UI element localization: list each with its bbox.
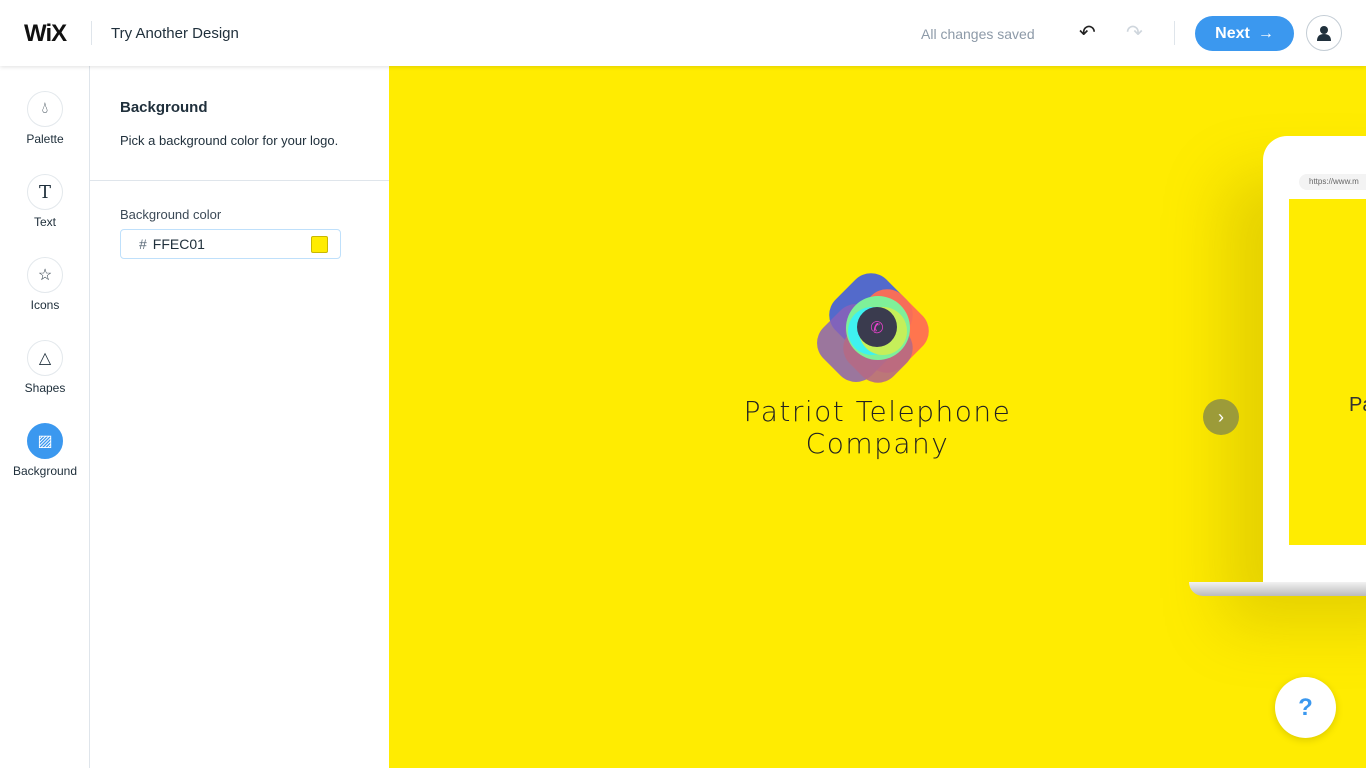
panel-heading: Background [120,99,208,116]
rail-label: Text [33,215,56,229]
hash-prefix: # [139,236,147,252]
divider [1174,21,1175,45]
shapes-icon: △ [27,340,63,376]
rail-item-background[interactable]: ▨ Background [0,423,90,478]
arrow-right-icon: → [1257,24,1274,42]
color-swatch[interactable] [311,236,328,253]
preview-url: https://www.m [1299,174,1366,190]
color-value: FFEC01 [152,236,205,252]
preview-text: Pa [1349,394,1366,416]
svg-text:✆: ✆ [870,320,883,337]
rail-item-shapes[interactable]: △ Shapes [0,340,90,395]
top-bar: WiX Try Another Design All changes saved… [0,0,1366,66]
undo-icon[interactable]: ↶ [1079,20,1096,45]
page-title: Try Another Design [111,25,239,42]
background-panel: Background Pick a background color for y… [90,66,389,768]
divider [90,180,389,181]
rail-item-icons[interactable]: ☆ Icons [0,257,90,312]
wix-logo[interactable]: WiX [24,20,67,48]
save-status: All changes saved [921,26,1035,42]
logo-canvas: ✆ Patriot Telephone Company https://www.m… [389,66,1366,768]
background-icon: ▨ [27,423,63,459]
rail-label: Palette [26,132,64,146]
logo-mark: ✆ [817,273,929,383]
next-preview-button[interactable]: › [1203,399,1239,435]
user-icon [1317,26,1331,41]
tool-rail: 💧︎ Palette T Text ☆ Icons △ Shapes ▨ Backgrou… [0,66,90,768]
divider [91,21,92,45]
drop-icon: 💧︎ [27,91,63,127]
next-button[interactable]: Next → [1195,16,1294,51]
rail-item-text[interactable]: T Text [0,174,90,229]
redo-icon[interactable]: ↷ [1126,20,1143,45]
rail-item-palette[interactable]: 💧︎ Palette [0,91,90,146]
field-label: Background color [120,207,222,222]
star-icon: ☆ [27,257,63,293]
text-icon: T [27,174,63,210]
laptop-preview: https://www.m Pa [1263,136,1366,586]
laptop-base [1189,582,1366,596]
rail-label: Shapes [24,381,66,395]
next-label: Next [1215,24,1250,42]
rail-label: Icons [30,298,60,312]
help-button[interactable]: ? [1275,677,1336,738]
preview-screen: Pa [1289,199,1366,545]
panel-description: Pick a background color for your logo. [120,133,339,148]
background-color-input[interactable]: # FFEC01 [120,229,341,259]
chevron-right-icon: › [1218,406,1224,427]
avatar[interactable] [1306,15,1342,51]
rail-label: Background [12,464,78,478]
